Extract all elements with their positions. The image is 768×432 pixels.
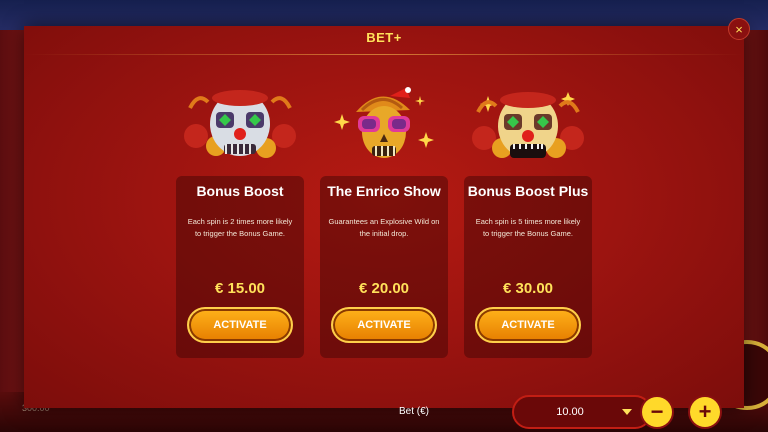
chevron-down-icon — [622, 409, 632, 415]
bet-amount-value: 10.00 — [556, 406, 584, 418]
enrico-show-card: The Enrico Show Guarantees an Explosive … — [320, 176, 448, 358]
party-skull-icon — [320, 86, 448, 170]
card-price: € 15.00 — [214, 280, 266, 297]
bet-amount-select[interactable]: 10.00 — [512, 395, 652, 429]
activate-bonus-boost-button[interactable]: ACTIVATE — [187, 307, 293, 343]
bet-plus-dialog: BET+ Bonus Boost Each spin is 2 times mo… — [24, 26, 744, 429]
activate-enrico-show-button[interactable]: ACTIVATE — [331, 307, 437, 343]
card-title: Bonus Boost — [196, 183, 284, 199]
card-price: € 30.00 — [502, 280, 554, 297]
card-price: € 20.00 — [358, 280, 410, 297]
bonus-boost-card: Bonus Boost Each spin is 2 times more li… — [176, 176, 304, 358]
title-divider — [24, 54, 744, 55]
bet-label: Bet (€) — [398, 406, 429, 417]
card-description: Each spin is 5 times more likely to trig… — [475, 217, 581, 238]
increase-bet-button[interactable]: + — [690, 397, 720, 427]
decrease-bet-button[interactable]: − — [642, 397, 672, 427]
clown-skull-gold-icon — [464, 86, 592, 170]
bonus-boost-plus-card: Bonus Boost Plus Each spin is 5 times mo… — [464, 176, 592, 358]
card-title: The Enrico Show — [327, 183, 441, 199]
close-icon[interactable]: × — [728, 18, 750, 40]
card-title: Bonus Boost Plus — [467, 183, 589, 199]
card-description: Each spin is 2 times more likely to trig… — [187, 217, 293, 238]
clown-skull-icon — [176, 86, 304, 170]
activate-bonus-boost-plus-button[interactable]: ACTIVATE — [475, 307, 581, 343]
card-description: Guarantees an Explosive Wild on the init… — [328, 217, 440, 238]
dialog-title: BET+ — [366, 30, 402, 45]
